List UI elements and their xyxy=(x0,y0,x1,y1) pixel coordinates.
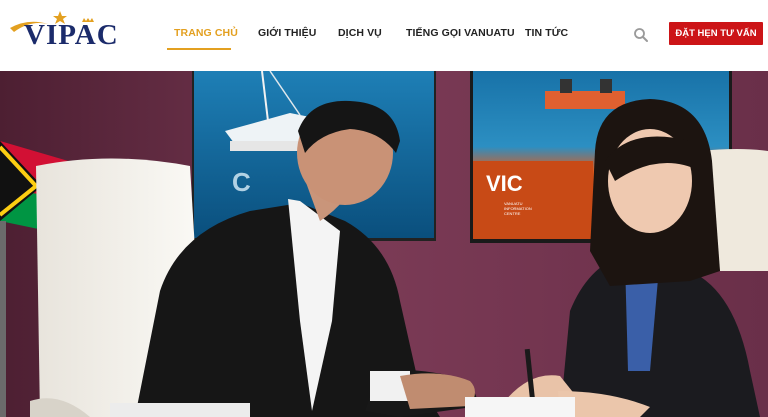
site-header: VIPAC TRANG CHỦ GIỚI THIỆU DỊCH VỤ TIẾNG… xyxy=(0,0,768,71)
nav-item-home[interactable]: TRANG CHỦ xyxy=(174,27,238,39)
svg-text:C: C xyxy=(232,167,251,197)
book-consultation-button[interactable]: ĐẶT HẸN TƯ VẤN xyxy=(669,22,763,45)
nav-item-news[interactable]: TIN TỨC xyxy=(525,27,568,39)
brand-logo-text: VIPAC xyxy=(24,19,119,51)
search-icon[interactable] xyxy=(633,27,649,43)
nav-item-services[interactable]: DỊCH VỤ xyxy=(338,27,382,39)
svg-text:CENTRE: CENTRE xyxy=(504,211,521,216)
hero-image: C VIC VANUATU INFORMATION CENTRE xyxy=(0,71,768,417)
poster-logo-text: VIC xyxy=(486,171,523,196)
nav-item-about[interactable]: GIỚI THIỆU xyxy=(258,27,316,39)
active-nav-underline xyxy=(167,48,231,50)
brand-logo[interactable]: VIPAC xyxy=(8,6,118,56)
hero-banner: C VIC VANUATU INFORMATION CENTRE xyxy=(0,71,768,417)
nav-item-vanuatu-call[interactable]: TIẾNG GỌI VANUATU xyxy=(406,27,515,39)
